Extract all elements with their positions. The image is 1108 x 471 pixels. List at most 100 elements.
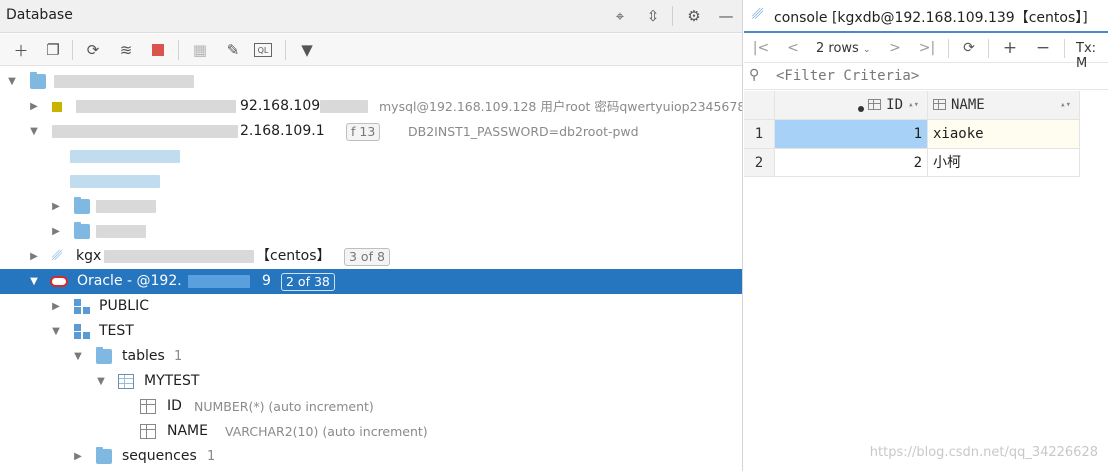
table-cell[interactable]: 2 bbox=[775, 149, 928, 177]
tree-row-blurred[interactable] bbox=[0, 144, 742, 169]
column-header-id[interactable]: ID ▴▾ bbox=[775, 91, 928, 120]
tree-row-sequences[interactable]: ▶ sequences 1 bbox=[0, 444, 742, 469]
tree-row-public[interactable]: ▶ PUBLIC bbox=[0, 294, 742, 319]
console-icon: ␥ bbox=[752, 7, 764, 23]
schema-icon bbox=[74, 324, 90, 339]
refresh-icon[interactable]: ⟳ bbox=[82, 39, 104, 61]
filter-criteria-input[interactable]: <Filter Criteria> bbox=[776, 68, 919, 84]
folder-icon bbox=[74, 222, 90, 239]
gear-icon[interactable]: ⚙ bbox=[684, 6, 704, 26]
toolbar-divider bbox=[948, 39, 949, 58]
table-icon[interactable]: ▦ bbox=[189, 39, 211, 61]
tree-label: MYTEST bbox=[144, 373, 200, 389]
folder-icon bbox=[30, 72, 46, 89]
database-tree: ▼ ▶ 92.168.109 mysql@192.168.109.128 用户r… bbox=[0, 67, 743, 471]
column-icon bbox=[140, 424, 156, 439]
folder-icon bbox=[96, 347, 112, 364]
tree-label: 92.168.109 bbox=[240, 98, 321, 114]
tree-label: tables bbox=[122, 348, 165, 364]
chevron-down-icon: ⌄ bbox=[862, 45, 871, 55]
mysql-icon bbox=[52, 102, 62, 112]
table-icon bbox=[118, 374, 134, 389]
tree-detail: mysql@192.168.109.128 用户root 密码qwertyuio… bbox=[379, 99, 743, 114]
tree-row-blurred[interactable]: ▶ bbox=[0, 219, 742, 244]
filter-icon[interactable]: ▼ bbox=[296, 39, 318, 61]
tree-row-blurred[interactable]: ▶ bbox=[0, 194, 742, 219]
folder-icon bbox=[96, 447, 112, 464]
column-type: NUMBER(*) (auto increment) bbox=[194, 399, 374, 414]
tree-count: 1 bbox=[174, 349, 183, 364]
crosshair-icon[interactable]: ⌖ bbox=[610, 6, 630, 26]
next-page-icon[interactable]: > bbox=[886, 38, 904, 58]
last-page-icon[interactable]: >| bbox=[918, 38, 936, 58]
tree-row-tables[interactable]: ▼ tables 1 bbox=[0, 344, 742, 369]
delete-row-icon[interactable]: − bbox=[1033, 38, 1053, 58]
collapse-arrow-icon[interactable]: ▼ bbox=[72, 344, 84, 369]
collapse-arrow-icon[interactable]: ▼ bbox=[28, 119, 40, 144]
toolbar-divider bbox=[1064, 39, 1065, 58]
tree-row-blurred[interactable] bbox=[0, 169, 742, 194]
row-number[interactable]: 2 bbox=[744, 149, 775, 177]
collapse-arrow-icon[interactable]: ▼ bbox=[50, 319, 62, 344]
properties-icon[interactable]: ≋ bbox=[115, 39, 137, 61]
blurred-label bbox=[76, 100, 236, 113]
table-cell[interactable]: 1 bbox=[775, 120, 928, 149]
tree-row-db2[interactable]: ▼ 2.168.109.1 f 13 DB2INST1_PASSWORD=db2… bbox=[0, 119, 742, 144]
refresh-icon[interactable]: ⟳ bbox=[959, 38, 979, 58]
toolbar-divider bbox=[285, 40, 286, 60]
add-icon[interactable]: ＋ bbox=[10, 39, 32, 61]
table-cell[interactable]: xiaoke bbox=[928, 120, 1080, 149]
expand-arrow-icon[interactable]: ▶ bbox=[28, 94, 40, 119]
tree-row-mytest[interactable]: ▼ MYTEST bbox=[0, 369, 742, 394]
expand-arrow-icon[interactable]: ▶ bbox=[50, 219, 62, 244]
tree-row-column-name[interactable]: NAME VARCHAR2(10) (auto increment) bbox=[0, 419, 742, 444]
filter-bar[interactable]: ⚲ <Filter Criteria> bbox=[744, 63, 1108, 90]
row-number[interactable]: 1 bbox=[744, 120, 775, 149]
sql-icon[interactable]: QL bbox=[254, 43, 272, 57]
expand-arrow-icon[interactable]: ▶ bbox=[50, 194, 62, 219]
blurred-label bbox=[70, 175, 160, 188]
collapse-arrow-icon[interactable]: ▼ bbox=[28, 269, 40, 294]
tree-row-kgx[interactable]: ▶ ␥ kgx 【centos】 3 of 8 bbox=[0, 244, 742, 269]
tree-row-test[interactable]: ▼ TEST bbox=[0, 319, 742, 344]
tree-label: sequences bbox=[122, 448, 197, 464]
console-tab[interactable]: ␥ console [kgxdb@192.168.109.139【centos】… bbox=[744, 0, 1108, 33]
column-header-name[interactable]: NAME ▴▾ bbox=[928, 91, 1080, 120]
console-tab-title: console [kgxdb@192.168.109.139【centos】] bbox=[774, 10, 1088, 26]
expand-arrow-icon[interactable]: ▶ bbox=[72, 444, 84, 469]
tree-row-mysql[interactable]: ▶ 92.168.109 mysql@192.168.109.128 用户roo… bbox=[0, 94, 743, 119]
duplicate-icon[interactable]: ❐ bbox=[42, 39, 64, 61]
toolbar-divider bbox=[178, 40, 179, 60]
tree-label: TEST bbox=[99, 323, 134, 339]
blurred-label bbox=[96, 225, 146, 238]
tree-row-column-id[interactable]: ID NUMBER(*) (auto increment) bbox=[0, 394, 742, 419]
console-panel: ␥ console [kgxdb@192.168.109.139【centos】… bbox=[744, 0, 1108, 471]
sort-icon[interactable]: ▴▾ bbox=[908, 91, 919, 120]
rows-selector[interactable]: 2 rows ⌄ bbox=[816, 41, 871, 56]
blurred-label bbox=[320, 100, 368, 113]
sort-icon[interactable]: ▴▾ bbox=[1060, 91, 1071, 120]
collapse-arrow-icon[interactable]: ▼ bbox=[6, 69, 18, 94]
toolbar-divider bbox=[72, 40, 73, 60]
first-page-icon[interactable]: |< bbox=[752, 38, 770, 58]
tree-label: ID bbox=[167, 398, 182, 414]
expand-arrow-icon[interactable]: ▶ bbox=[28, 244, 40, 269]
collapse-arrow-icon[interactable]: ▼ bbox=[95, 369, 107, 394]
collapse-icon[interactable]: ⇳ bbox=[643, 6, 663, 26]
expand-arrow-icon[interactable]: ▶ bbox=[50, 294, 62, 319]
table-cell[interactable]: 小柯 bbox=[928, 149, 1080, 177]
column-header-label: ID bbox=[886, 97, 903, 113]
edit-icon[interactable]: ✎ bbox=[222, 39, 244, 61]
tree-row-oracle[interactable]: ▼ Oracle - @192. 9 2 of 38 bbox=[0, 269, 742, 294]
tree-label: kgx bbox=[76, 248, 102, 264]
column-type: VARCHAR2(10) (auto increment) bbox=[225, 424, 428, 439]
stop-icon[interactable] bbox=[147, 39, 169, 61]
tree-label: PUBLIC bbox=[99, 298, 149, 314]
rows-selector-label: 2 rows bbox=[816, 41, 859, 56]
prev-page-icon[interactable]: < bbox=[784, 38, 802, 58]
tree-row-root[interactable]: ▼ bbox=[0, 69, 742, 94]
minimize-icon[interactable]: — bbox=[716, 6, 736, 26]
add-row-icon[interactable]: + bbox=[1000, 38, 1020, 58]
blurred-label bbox=[188, 275, 250, 288]
watermark: https://blog.csdn.net/qq_34226628 bbox=[869, 445, 1098, 460]
